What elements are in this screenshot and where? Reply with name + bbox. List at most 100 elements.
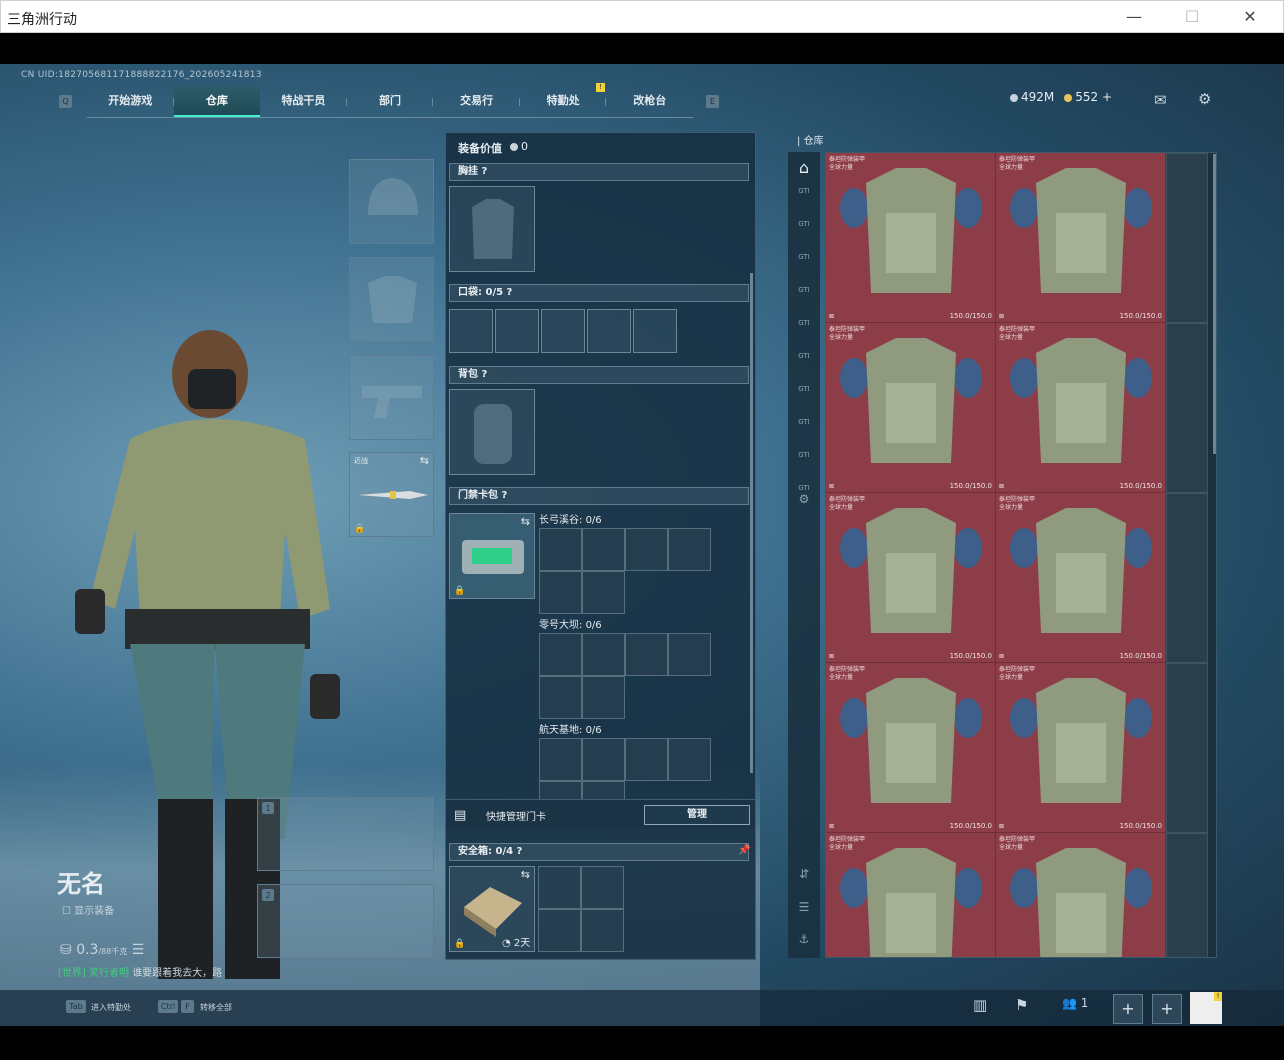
warehouse-category-tab[interactable]: GTI: [793, 253, 815, 271]
safe-cell[interactable]: [581, 909, 624, 952]
backpack-slot[interactable]: [449, 389, 535, 475]
safe-cell[interactable]: [581, 866, 624, 909]
chest-rig-slot[interactable]: [449, 186, 535, 272]
add-teammate-button[interactable]: +: [1152, 994, 1182, 1024]
armor-item[interactable]: 泰坦防弹装甲全球力量150.0/150.0⊠: [996, 323, 1166, 493]
empty-slot[interactable]: [1166, 323, 1208, 493]
keycard-cell[interactable]: [582, 738, 625, 781]
pocket-slot[interactable]: [449, 309, 493, 353]
equip-scrollbar[interactable]: [750, 273, 753, 773]
keycard-cell[interactable]: [539, 633, 582, 676]
pocket-slot[interactable]: [495, 309, 539, 353]
warehouse-category-tab[interactable]: GTI: [793, 451, 815, 469]
warehouse-category-tab[interactable]: GTI: [793, 319, 815, 337]
safe-box-slot[interactable]: ⇆ 🔒 ◔ 2天: [449, 866, 535, 952]
warehouse-category-tab[interactable]: GTI: [793, 418, 815, 436]
stats-icon[interactable]: ▥: [973, 996, 987, 1014]
pocket-slot[interactable]: [541, 309, 585, 353]
keycard-cell[interactable]: [668, 528, 711, 571]
warehouse-home-icon[interactable]: ⌂: [793, 158, 815, 177]
warehouse-category-tab[interactable]: GTI: [793, 187, 815, 205]
warehouse-scrollbar[interactable]: [1213, 154, 1216, 454]
warehouse-category-tab[interactable]: GTI: [793, 286, 815, 304]
armor-item[interactable]: 泰坦防弹装甲全球力量150.0/150.0⊠: [826, 153, 996, 323]
keycard-cell[interactable]: [539, 571, 582, 614]
next-tab-key[interactable]: E: [706, 95, 719, 108]
safe-cell[interactable]: [538, 866, 581, 909]
pocket-slot[interactable]: [587, 309, 631, 353]
armor-icon: [840, 338, 982, 463]
tab-trading[interactable]: 交易行: [433, 86, 520, 117]
ctrl-key[interactable]: Ctrl: [158, 1000, 178, 1013]
armor-item[interactable]: 泰坦防弹装甲全球力量150.0/150.0⊠: [826, 833, 996, 957]
primary-weapon-slot-1[interactable]: 1: [257, 797, 434, 871]
swap-icon[interactable]: ⇆: [521, 868, 530, 881]
sort-icon[interactable]: ⇵: [793, 867, 815, 885]
pistol-slot[interactable]: [349, 355, 434, 440]
primary-weapon-slot-2[interactable]: 2: [257, 884, 434, 958]
anchor-icon[interactable]: ⚓: [793, 932, 815, 950]
keycard-cell[interactable]: [582, 571, 625, 614]
warehouse-category-tab[interactable]: GTI: [793, 352, 815, 370]
slot-number: 2: [262, 889, 274, 901]
swap-icon[interactable]: ⇆: [420, 454, 429, 467]
armor-item[interactable]: 泰坦防弹装甲全球力量150.0/150.0⊠: [996, 493, 1166, 663]
tab-start-game[interactable]: 开始游戏: [87, 86, 174, 117]
tab-warehouse[interactable]: 仓库: [173, 86, 261, 117]
flag-icon[interactable]: ⚑: [1015, 996, 1028, 1014]
keycard-cell[interactable]: [582, 676, 625, 719]
armor-item[interactable]: 泰坦防弹装甲全球力量150.0/150.0⊠: [826, 323, 996, 493]
tab-special-ops[interactable]: 特勤处: [520, 86, 607, 117]
keycard-cell[interactable]: [539, 528, 582, 571]
add-teammate-button[interactable]: +: [1113, 994, 1143, 1024]
empty-slot[interactable]: [1166, 663, 1208, 833]
keycard-cell[interactable]: [582, 633, 625, 676]
armor-item[interactable]: 泰坦防弹装甲全球力量150.0/150.0⊠: [996, 153, 1166, 323]
mail-icon[interactable]: ✉: [1154, 91, 1167, 109]
tab-department[interactable]: 部门: [347, 86, 434, 117]
gold-currency[interactable]: 552 +: [1064, 90, 1112, 104]
game-view: CN UID:182705681171888822176_20260524181…: [0, 64, 1284, 1026]
friends-icon[interactable]: 👥 1: [1062, 996, 1088, 1010]
minimize-icon[interactable]: —: [1111, 5, 1157, 29]
helmet-slot[interactable]: [349, 159, 434, 244]
safe-cell[interactable]: [538, 909, 581, 952]
maximize-icon[interactable]: ☐: [1169, 5, 1215, 29]
show-equip-toggle[interactable]: ☐ 显示装备: [62, 902, 114, 917]
pin-icon[interactable]: 📌: [738, 845, 750, 856]
tab-key[interactable]: Tab: [66, 1000, 86, 1013]
durability-label: 150.0/150.0: [949, 312, 992, 320]
avatar[interactable]: !: [1190, 992, 1222, 1024]
armor-item[interactable]: 泰坦防弹装甲全球力量150.0/150.0⊠: [996, 833, 1166, 957]
layers-icon[interactable]: ☰: [793, 900, 815, 918]
empty-slot[interactable]: [1166, 833, 1208, 957]
keycard-cell[interactable]: [668, 738, 711, 781]
melee-slot[interactable]: 近战 ⇆ 🔒: [349, 452, 434, 537]
keycard-case-slot[interactable]: ⇆ 🔒: [449, 513, 535, 599]
warehouse-category-tab[interactable]: GTI: [793, 220, 815, 238]
pocket-slot[interactable]: [633, 309, 677, 353]
close-icon[interactable]: ✕: [1227, 5, 1273, 29]
settings-gear-icon[interactable]: ⚙: [1198, 90, 1211, 108]
keycard-cell[interactable]: [582, 528, 625, 571]
keycard-cell[interactable]: [625, 528, 668, 571]
tab-operators[interactable]: 特战干员: [260, 86, 347, 117]
keycard-cell[interactable]: [539, 738, 582, 781]
keycard-cell[interactable]: [668, 633, 711, 676]
armor-item[interactable]: 泰坦防弹装甲全球力量150.0/150.0⊠: [826, 493, 996, 663]
empty-slot[interactable]: [1166, 493, 1208, 663]
manage-button[interactable]: 管理: [644, 805, 750, 825]
warehouse-category-tab[interactable]: GTI: [793, 385, 815, 403]
keycard-cell[interactable]: [625, 633, 668, 676]
f-key[interactable]: F: [181, 1000, 194, 1013]
empty-slot[interactable]: [1166, 153, 1208, 323]
keycard-cell[interactable]: [539, 676, 582, 719]
prev-tab-key[interactable]: Q: [59, 95, 72, 108]
keycard-cell[interactable]: [625, 738, 668, 781]
tab-gunsmith[interactable]: 改枪台: [606, 86, 693, 117]
armor-item[interactable]: 泰坦防弹装甲全球力量150.0/150.0⊠: [826, 663, 996, 833]
armor-item[interactable]: 泰坦防弹装甲全球力量150.0/150.0⊠: [996, 663, 1166, 833]
settings-gear-icon[interactable]: ⚙: [793, 492, 815, 510]
armor-slot[interactable]: [349, 257, 434, 342]
swap-icon[interactable]: ⇆: [521, 515, 530, 528]
